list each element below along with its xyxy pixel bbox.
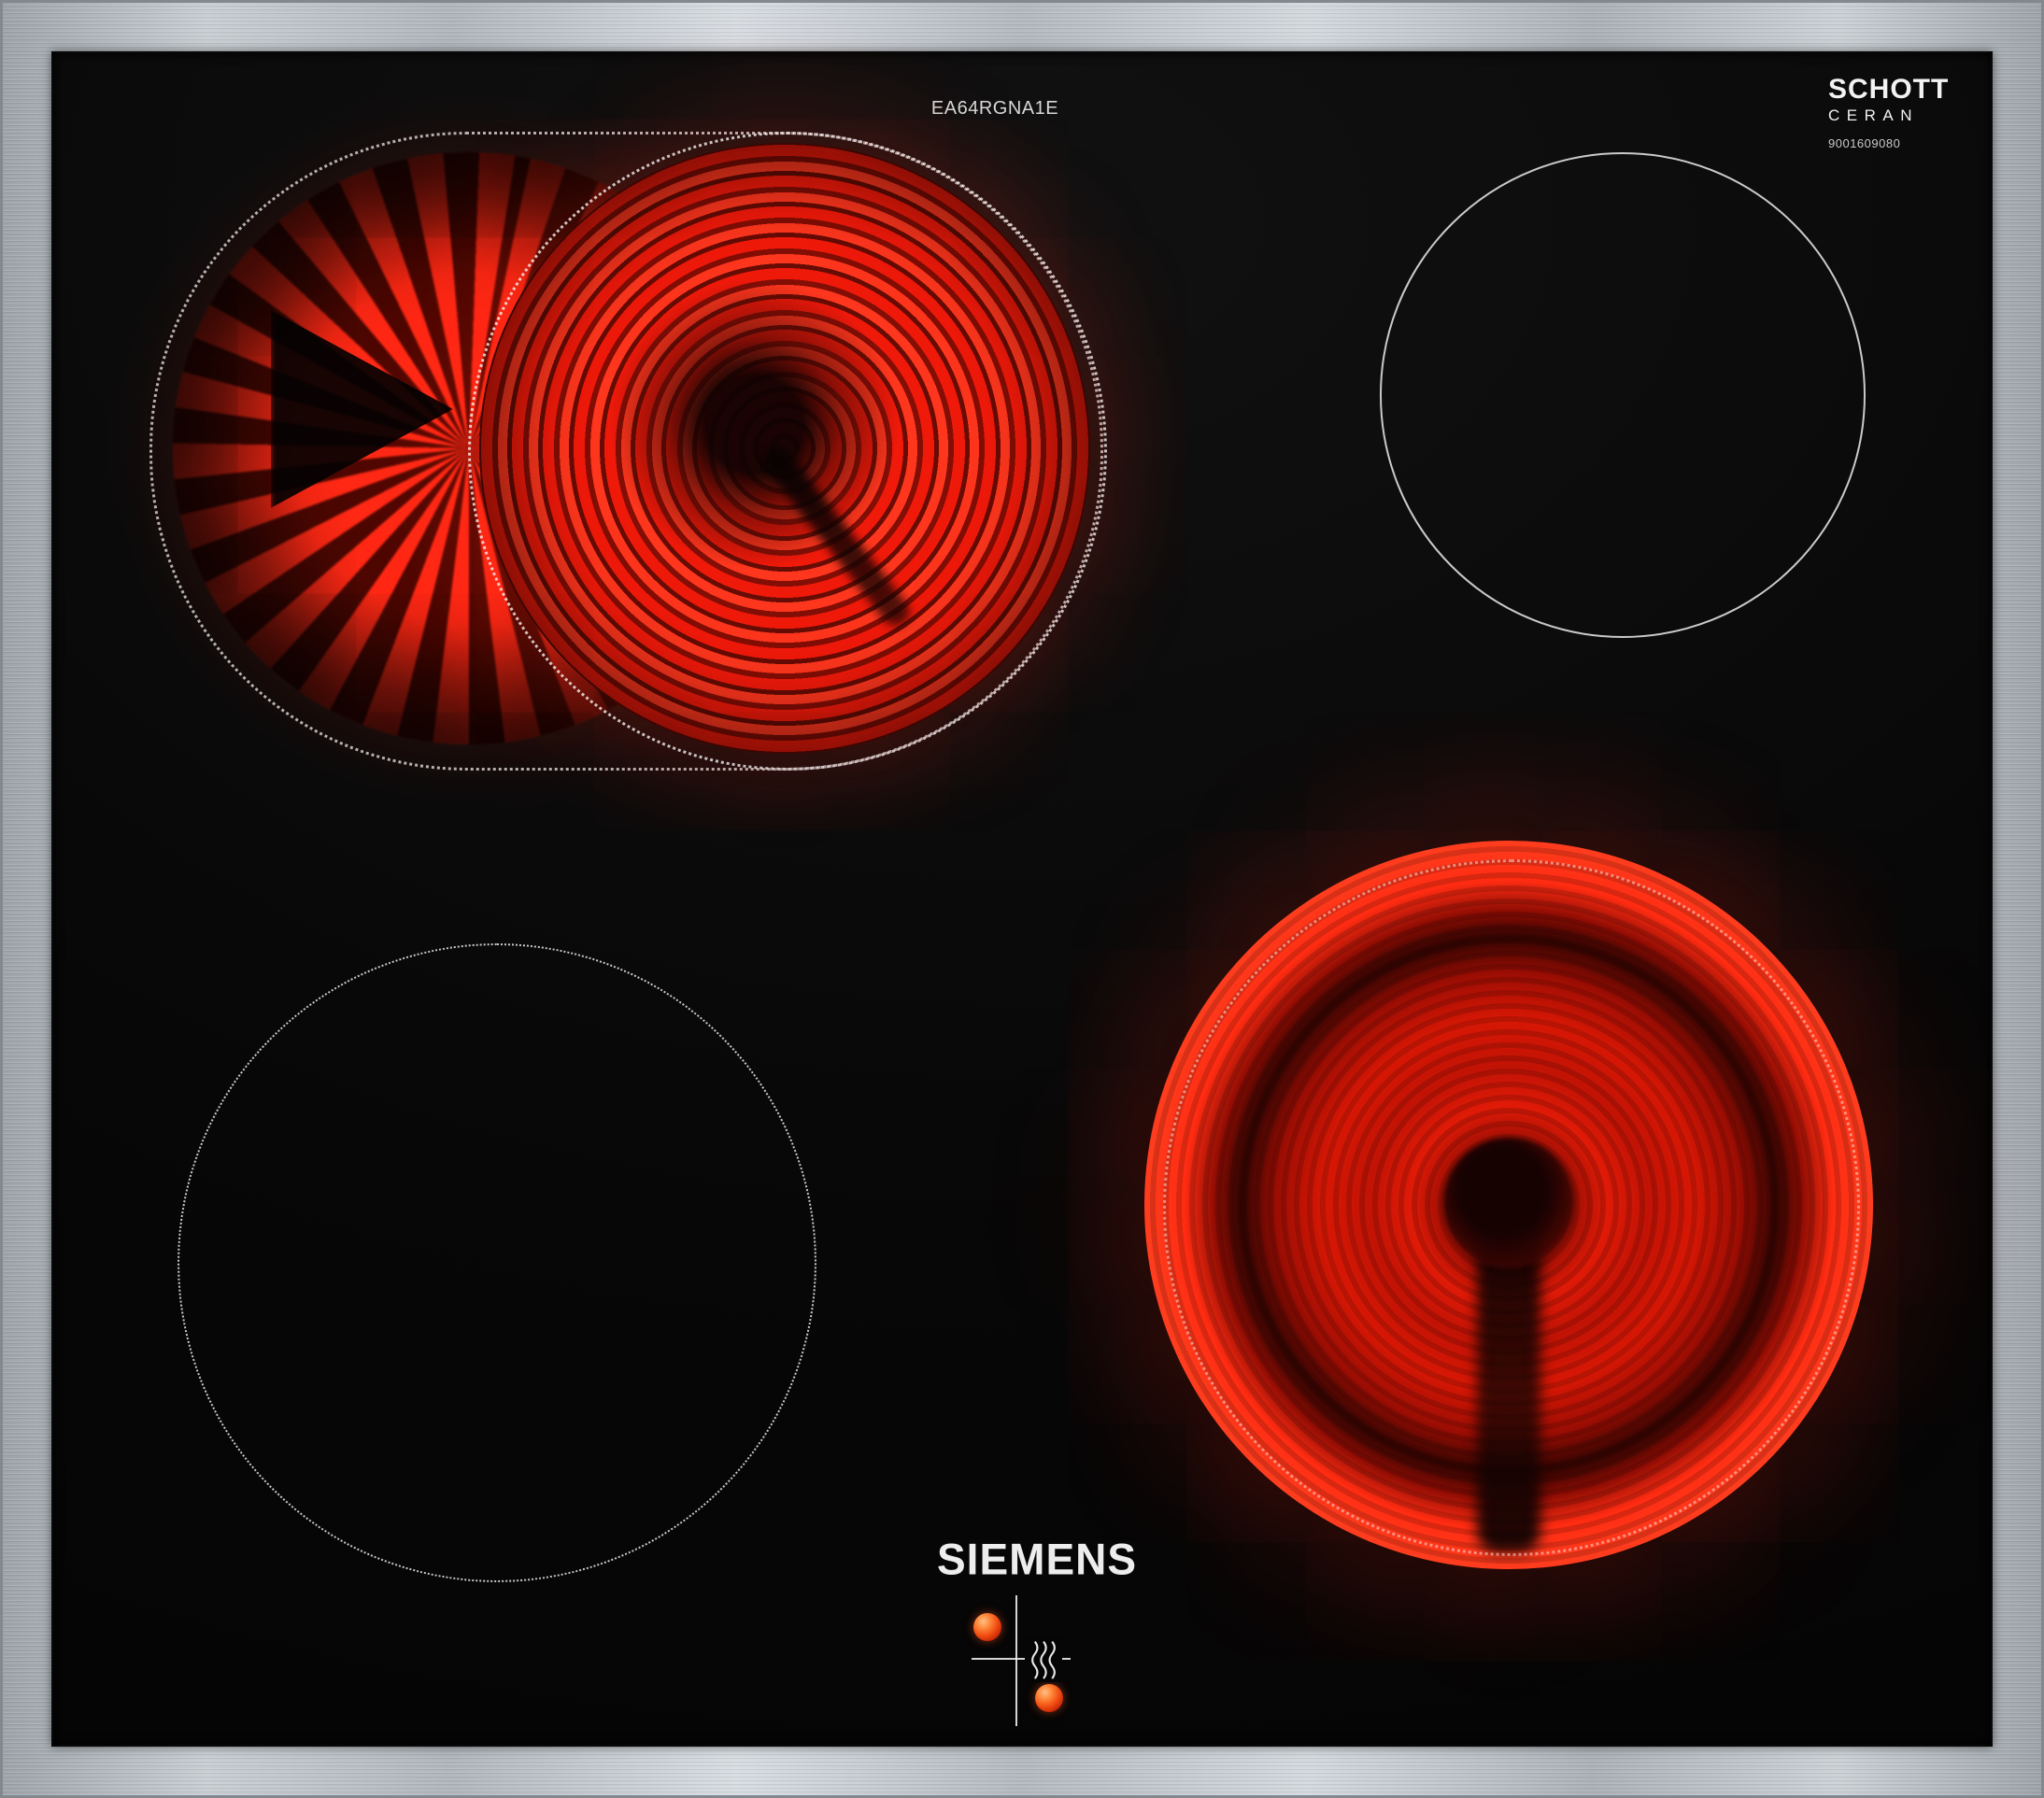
glass-serial-number: 9001609080 (1828, 136, 1901, 150)
residual-heat-marking (920, 1583, 1126, 1789)
ceramic-glass-surface: EA64RGNA1E SCHOTT CERAN 9001609080 SIEME… (51, 51, 1993, 1747)
hot-indicator-dot-bottom (1035, 1684, 1063, 1712)
schott-ceran-logo: SCHOTT CERAN 9001609080 (1828, 74, 1950, 151)
rear-right-zone-outline (1380, 152, 1866, 638)
heat-waves-icon (1025, 1635, 1062, 1682)
hot-indicator-dot-top (973, 1613, 1001, 1641)
rear-left-burner-outline (468, 132, 1107, 771)
marking-vertical-line (1015, 1595, 1017, 1726)
schott-logo-text: SCHOTT (1828, 74, 1950, 105)
front-left-zone-outline (177, 943, 816, 1582)
model-number: EA64RGNA1E (930, 98, 1059, 119)
brand-logo: SIEMENS (937, 1534, 1138, 1584)
ceran-logo-text: CERAN (1828, 106, 1920, 124)
cooktop-steel-frame: EA64RGNA1E SCHOTT CERAN 9001609080 SIEME… (0, 0, 2044, 1798)
front-right-zone-outline (1163, 859, 1860, 1556)
